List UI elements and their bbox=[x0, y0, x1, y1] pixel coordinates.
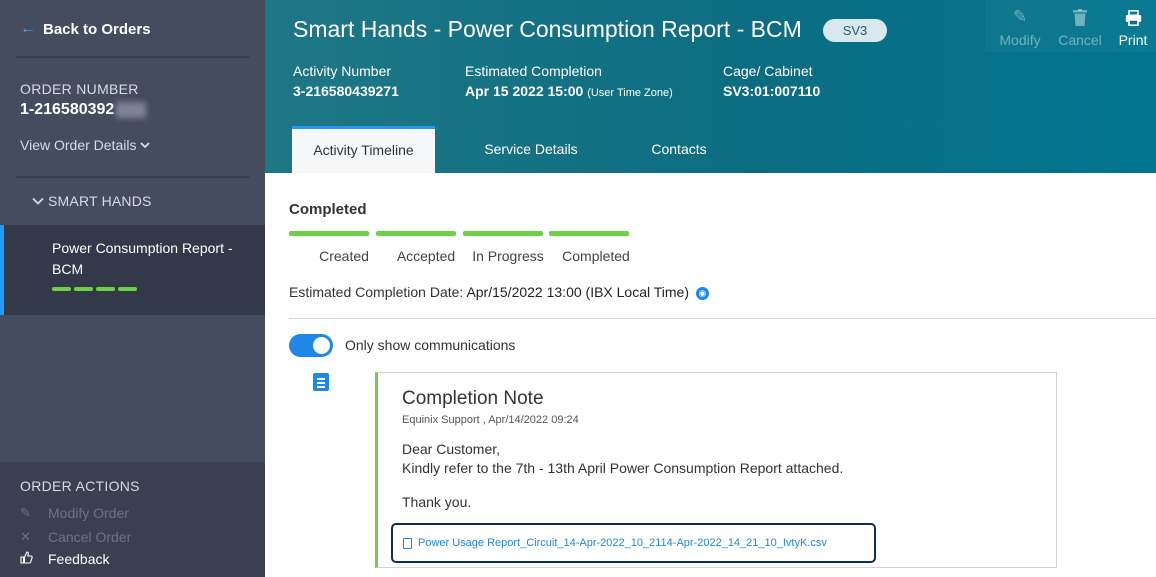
stage-bar-in-progress bbox=[463, 231, 543, 236]
progress-segment bbox=[74, 287, 93, 291]
divider bbox=[289, 318, 1156, 319]
order-actions-panel: ORDER ACTIONS ✎ Modify Order ✕ Cancel Or… bbox=[0, 462, 265, 577]
estimated-completion-date-label: Estimated Completion Date: bbox=[289, 284, 464, 300]
printer-icon bbox=[1107, 6, 1156, 28]
note-title: Completion Note bbox=[402, 388, 544, 409]
modify-order-button[interactable]: ✎ Modify Order bbox=[20, 505, 129, 521]
note-greeting: Dear Customer, bbox=[402, 441, 501, 457]
stage-bar-created bbox=[289, 231, 369, 236]
stage-bar-accepted bbox=[376, 231, 456, 236]
stage-label-in-progress: In Progress bbox=[472, 248, 544, 264]
modify-label: Modify bbox=[999, 32, 1041, 48]
back-to-orders-label: Back to Orders bbox=[43, 20, 151, 38]
stage-bar-completed bbox=[549, 231, 629, 236]
close-icon: ✕ bbox=[20, 529, 31, 544]
sidebar-progress-indicator bbox=[52, 287, 137, 291]
cage-cabinet-label: Cage/ Cabinet bbox=[723, 63, 813, 79]
order-number-text: 1-216580392 bbox=[20, 101, 115, 118]
page-title: Smart Hands - Power Consumption Report -… bbox=[293, 16, 802, 42]
time-zone-note: (User Time Zone) bbox=[587, 87, 673, 99]
cancel-label: Cancel bbox=[1058, 32, 1102, 48]
attachment-filename: Power Usage Report_Circuit_14-Apr-2022_1… bbox=[418, 537, 827, 549]
back-to-orders-link[interactable]: ← Back to Orders bbox=[20, 20, 151, 38]
stage-label-created: Created bbox=[319, 248, 369, 264]
file-icon bbox=[403, 537, 412, 549]
tab-contacts[interactable]: Contacts bbox=[629, 126, 729, 173]
trash-icon bbox=[1054, 6, 1106, 28]
sidebar-item-label: Power Consumption Report - BCM bbox=[52, 240, 233, 277]
divider bbox=[16, 176, 249, 178]
estimated-completion-date: Apr 15 2022 15:00 bbox=[465, 83, 584, 99]
smart-hands-section-toggle[interactable]: SMART HANDS bbox=[32, 193, 152, 209]
tab-activity-timeline[interactable]: Activity Timeline bbox=[292, 126, 435, 173]
sidebar-item-power-consumption-report[interactable]: Power Consumption Report - BCM bbox=[0, 225, 265, 315]
order-actions-heading: ORDER ACTIONS bbox=[20, 478, 140, 494]
order-number-value: 1-216580392 bbox=[20, 101, 147, 119]
estimated-completion-date-value: Apr/15/2022 13:00 (IBX Local Time) bbox=[466, 284, 690, 300]
feedback-label: Feedback bbox=[48, 551, 110, 567]
globe-icon[interactable]: ◉ bbox=[695, 287, 709, 300]
print-label: Print bbox=[1118, 32, 1148, 48]
only-show-communications-toggle[interactable] bbox=[289, 334, 333, 357]
estimated-completion-label: Estimated Completion bbox=[465, 63, 602, 79]
note-body: Kindly refer to the 7th - 13th April Pow… bbox=[402, 460, 844, 476]
completion-note-card: Completion Note Equinix Support , Apr/14… bbox=[375, 372, 1057, 568]
note-icon bbox=[313, 373, 329, 391]
modify-button[interactable]: ✎ Modify bbox=[994, 6, 1046, 48]
cage-cabinet-value: SV3:01:007110 bbox=[723, 83, 821, 99]
redacted-blur bbox=[116, 101, 147, 118]
site-badge: SV3 bbox=[823, 19, 887, 42]
pencil-icon: ✎ bbox=[20, 505, 31, 520]
divider bbox=[16, 56, 249, 58]
progress-segment bbox=[118, 287, 137, 291]
print-button[interactable]: Print bbox=[1107, 6, 1156, 48]
toggle-knob bbox=[313, 337, 330, 354]
estimated-completion-date: Estimated Completion Date: Apr/15/2022 1… bbox=[289, 284, 709, 300]
tab-service-details[interactable]: Service Details bbox=[465, 126, 597, 173]
stage-label-accepted: Accepted bbox=[396, 248, 456, 264]
estimated-completion-value: Apr 15 2022 15:00 (User Time Zone) bbox=[465, 83, 673, 99]
status-heading: Completed bbox=[289, 201, 367, 218]
note-meta: Equinix Support , Apr/14/2022 09:24 bbox=[402, 414, 579, 426]
feedback-button[interactable]: Feedback bbox=[20, 551, 109, 567]
progress-segment bbox=[52, 287, 71, 291]
chevron-down-icon bbox=[140, 142, 151, 149]
activity-number-value: 3-216580439271 bbox=[293, 83, 399, 99]
view-order-details-label: View Order Details bbox=[20, 137, 137, 153]
activity-number-label: Activity Number bbox=[293, 63, 392, 79]
only-show-communications-label: Only show communications bbox=[345, 337, 516, 353]
sidebar: ← Back to Orders ORDER NUMBER 1-21658039… bbox=[0, 0, 265, 577]
cancel-button[interactable]: Cancel bbox=[1054, 6, 1106, 48]
view-order-details-link[interactable]: View Order Details bbox=[20, 137, 151, 153]
arrow-left-icon: ← bbox=[20, 20, 36, 37]
attachment-link[interactable]: Power Usage Report_Circuit_14-Apr-2022_1… bbox=[391, 523, 876, 563]
thumbs-up-icon bbox=[20, 551, 48, 567]
section-heading: SMART HANDS bbox=[48, 193, 152, 209]
chevron-down-icon bbox=[32, 197, 44, 205]
cancel-order-button[interactable]: ✕ Cancel Order bbox=[20, 529, 131, 545]
note-closing: Thank you. bbox=[402, 494, 472, 510]
order-number-label: ORDER NUMBER bbox=[20, 81, 139, 97]
modify-order-label: Modify Order bbox=[48, 505, 129, 521]
progress-segment bbox=[96, 287, 115, 291]
stage-label-completed: Completed bbox=[562, 248, 630, 264]
pencil-icon: ✎ bbox=[1012, 7, 1028, 26]
cancel-order-label: Cancel Order bbox=[48, 529, 132, 545]
order-header: Smart Hands - Power Consumption Report -… bbox=[265, 0, 1156, 173]
